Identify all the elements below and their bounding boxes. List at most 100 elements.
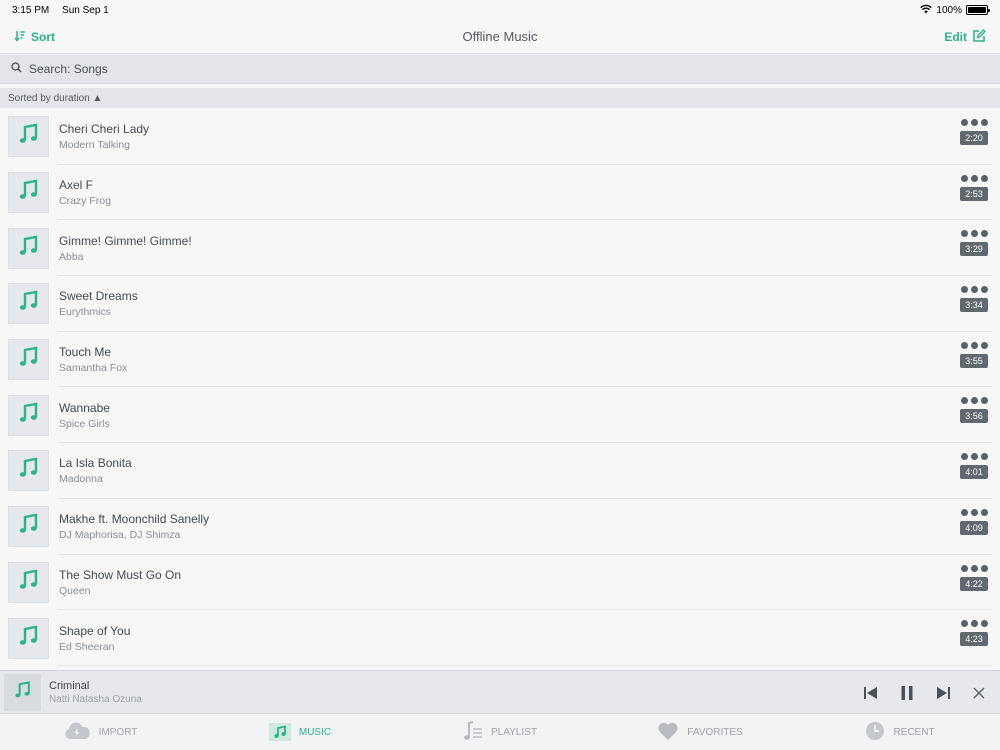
song-row[interactable]: Cheri Cheri Lady Modern Talking 2:20 bbox=[0, 109, 1000, 165]
music-note-icon bbox=[17, 401, 41, 430]
status-date: Sun Sep 1 bbox=[62, 4, 109, 16]
song-row[interactable]: Gimme! Gimme! Gimme! Abba 3:29 bbox=[0, 220, 1000, 276]
music-note-icon bbox=[17, 289, 41, 318]
more-options-icon[interactable] bbox=[960, 453, 988, 461]
song-title: Cheri Cheri Lady bbox=[59, 122, 150, 137]
song-list[interactable]: Cheri Cheri Lady Modern Talking 2:20 Axel F… bbox=[0, 109, 1000, 669]
song-title: Wannabe bbox=[59, 400, 110, 415]
tab-favorites-label: FAVORITES bbox=[687, 726, 743, 738]
song-artist: Samantha Fox bbox=[59, 362, 128, 375]
tab-import[interactable]: IMPORT bbox=[0, 714, 200, 750]
song-actions: 3:56 bbox=[960, 397, 988, 424]
search-bar bbox=[0, 55, 1000, 84]
more-options-icon[interactable] bbox=[960, 397, 988, 405]
tab-music-label: MUSIC bbox=[298, 726, 332, 738]
song-title: The Show Must Go On bbox=[59, 567, 182, 582]
music-note-icon bbox=[17, 568, 41, 597]
song-artwork bbox=[8, 506, 49, 548]
music-note-icon bbox=[17, 234, 41, 263]
song-duration: 3:55 bbox=[960, 353, 988, 368]
music-note-icon bbox=[17, 178, 41, 207]
pause-icon[interactable] bbox=[898, 684, 916, 702]
status-left: 3:15 PM Sun Sep 1 bbox=[12, 5, 119, 16]
song-artwork bbox=[8, 116, 49, 158]
song-text: Sweet Dreams Eurythmics bbox=[59, 289, 138, 318]
edit-icon bbox=[972, 28, 986, 46]
song-artwork bbox=[8, 283, 49, 325]
song-actions: 3:29 bbox=[960, 230, 988, 257]
song-text: Makhe ft. Moonchild Sanelly DJ Maphorisa,… bbox=[59, 512, 209, 541]
song-row[interactable]: Shape of You Ed Sheeran 4:23 bbox=[0, 610, 1000, 666]
tab-recent[interactable]: RECENT bbox=[800, 714, 1000, 750]
more-options-icon[interactable] bbox=[960, 174, 988, 182]
close-icon[interactable] bbox=[970, 684, 988, 702]
clock-icon bbox=[865, 721, 885, 744]
search-input[interactable] bbox=[29, 62, 929, 76]
song-actions: 2:20 bbox=[960, 119, 988, 145]
more-options-icon[interactable] bbox=[960, 230, 988, 238]
more-options-icon[interactable] bbox=[960, 508, 988, 516]
cloud-icon bbox=[63, 722, 91, 743]
song-row[interactable]: Makhe ft. Moonchild Sanelly DJ Maphorisa,… bbox=[0, 499, 1000, 555]
song-actions: 3:34 bbox=[960, 286, 988, 313]
more-options-icon[interactable] bbox=[960, 620, 988, 628]
song-row[interactable]: Sweet Dreams Eurythmics 3:34 bbox=[0, 276, 1000, 332]
song-artwork bbox=[8, 450, 49, 492]
song-text: Shape of You Ed Sheeran bbox=[59, 624, 130, 653]
song-artist: Madonna bbox=[59, 473, 103, 486]
music-note-icon bbox=[17, 345, 41, 374]
song-row[interactable]: The Show Must Go On Queen 4:22 bbox=[0, 555, 1000, 611]
edit-button[interactable]: Edit bbox=[944, 20, 986, 54]
song-artist: Modern Talking bbox=[59, 139, 131, 152]
song-text: La Isla Bonita Madonna bbox=[59, 456, 132, 485]
more-options-icon[interactable] bbox=[960, 341, 988, 349]
song-row[interactable]: Wannabe Spice Girls 3:56 bbox=[0, 387, 1000, 443]
song-actions: 4:23 bbox=[960, 620, 988, 647]
mini-player-text: Criminal Natti Natasha Ozuna bbox=[49, 680, 142, 705]
music-note-icon bbox=[17, 624, 41, 653]
nav-bar: Sort Offline Music Edit bbox=[0, 20, 1000, 54]
page-title: Offline Music bbox=[462, 29, 538, 44]
more-options-icon[interactable] bbox=[960, 119, 988, 126]
song-actions: 4:09 bbox=[960, 508, 988, 535]
song-duration: 2:53 bbox=[960, 186, 988, 201]
song-text: Touch Me Samantha Fox bbox=[59, 345, 127, 374]
song-actions: 4:22 bbox=[960, 564, 988, 591]
song-title: La Isla Bonita bbox=[59, 456, 132, 471]
song-row[interactable]: Axel F Crazy Frog 2:53 bbox=[0, 165, 1000, 221]
song-actions: 2:53 bbox=[960, 174, 988, 201]
more-options-icon[interactable] bbox=[960, 564, 988, 572]
more-options-icon[interactable] bbox=[960, 286, 988, 294]
song-row[interactable]: La Isla Bonita Madonna 4:01 bbox=[0, 443, 1000, 499]
sort-button[interactable]: Sort bbox=[14, 20, 55, 54]
song-duration: 4:22 bbox=[960, 576, 988, 591]
song-artwork bbox=[8, 339, 49, 381]
next-track-icon[interactable] bbox=[934, 684, 952, 702]
previous-track-icon[interactable] bbox=[862, 684, 880, 702]
song-duration: 3:34 bbox=[960, 298, 988, 313]
sort-icon bbox=[14, 30, 26, 45]
song-artwork bbox=[8, 561, 49, 603]
heart-icon bbox=[657, 721, 679, 744]
song-duration: 4:23 bbox=[960, 632, 988, 647]
song-text: Axel F Crazy Frog bbox=[59, 178, 111, 207]
song-actions: 3:55 bbox=[960, 341, 988, 368]
song-artist: Eurythmics bbox=[59, 306, 111, 319]
tab-favorites[interactable]: FAVORITES bbox=[600, 714, 800, 750]
song-row[interactable]: Touch Me Samantha Fox 3:55 bbox=[0, 332, 1000, 388]
tab-recent-label: RECENT bbox=[893, 726, 935, 738]
tab-music[interactable]: MUSIC bbox=[200, 714, 400, 750]
mini-player[interactable]: Criminal Natti Natasha Ozuna bbox=[0, 670, 1000, 713]
status-time: 3:15 PM bbox=[12, 4, 50, 16]
tab-playlist[interactable]: PLAYLIST bbox=[400, 714, 600, 750]
now-playing-title: Criminal bbox=[49, 679, 90, 692]
song-duration: 2:20 bbox=[960, 131, 988, 145]
sort-header: Sorted by duration ▲ bbox=[0, 88, 1000, 108]
music-note-icon bbox=[268, 721, 291, 744]
song-duration: 3:29 bbox=[960, 242, 988, 257]
song-artist: Abba bbox=[59, 250, 84, 263]
song-artwork bbox=[8, 617, 49, 659]
sort-label: Sort bbox=[31, 30, 55, 44]
song-title: Touch Me bbox=[59, 345, 112, 360]
song-artist: Queen bbox=[59, 584, 91, 597]
